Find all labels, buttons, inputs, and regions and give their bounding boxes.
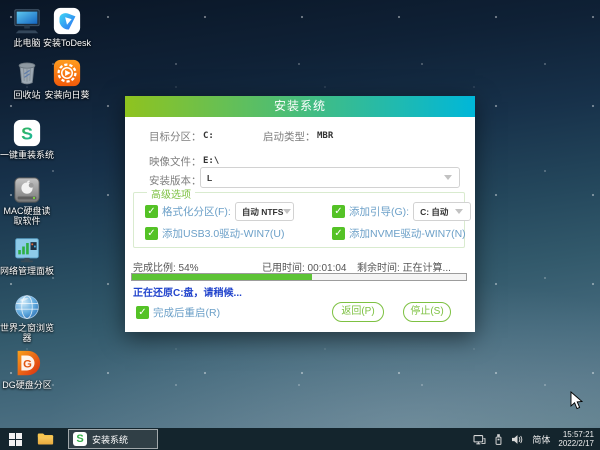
nvme-driver-label: 添加NVME驱动-WIN7(N) [349, 228, 466, 240]
add-boot-checkbox[interactable] [332, 205, 345, 218]
file-explorer-button[interactable] [30, 428, 60, 450]
format-partition-label: 格式化分区(F): [162, 206, 231, 218]
boot-type-value: MBR [317, 131, 334, 141]
desktop-icon-label: 此电脑 [13, 38, 41, 48]
install-version-value: L [207, 172, 213, 183]
elapsed-time-text: 已用时间: 00:01:04 [262, 263, 347, 274]
svg-text:S: S [21, 124, 33, 144]
clock-time: 15:57:21 [562, 430, 594, 439]
chevron-down-icon [283, 209, 292, 214]
taskbar-clock[interactable]: 15:57:21 2022/2/17 [558, 430, 594, 448]
reboot-after-checkbox[interactable] [136, 306, 149, 319]
mouse-cursor [570, 391, 584, 410]
remaining-time-text: 剩余时间: 正在计算... [357, 263, 451, 274]
progress-percent-text: 完成比例: 54% [133, 263, 199, 274]
add-boot-label: 添加引导(G): [349, 206, 410, 218]
usb3-driver-checkbox[interactable] [145, 227, 158, 240]
desktop-icon-reinstall-system[interactable]: S 一键重装系统 [0, 118, 54, 160]
mac-disk-icon [14, 177, 40, 203]
recycle-bin-icon [18, 62, 36, 85]
image-file-label: 映像文件： [149, 156, 202, 168]
network-icon[interactable] [473, 434, 486, 445]
svg-text:G: G [23, 359, 32, 371]
desktop-icon-dg-partition[interactable]: G DG硬盘分区 [0, 348, 54, 390]
back-button[interactable]: 返回(P) [332, 302, 384, 322]
chevron-down-icon [444, 175, 452, 180]
system-tray: 简体 15:57:21 2022/2/17 [473, 430, 594, 448]
desktop-icon-network-panel[interactable]: 网络管理面板 [0, 236, 54, 276]
taskbar-task-label: 安装系统 [92, 434, 129, 445]
progress-bar [131, 273, 467, 281]
boot-drive-select[interactable]: C: 自动 [413, 202, 472, 221]
format-partition-checkbox[interactable] [145, 205, 158, 218]
add-boot-option: 添加引导(G): C: 自动 [332, 202, 472, 221]
stop-button[interactable]: 停止(S) [403, 302, 451, 322]
install-app-icon: S [73, 432, 87, 446]
chevron-down-icon [455, 209, 464, 214]
browser-globe-icon [15, 295, 39, 319]
desktop-icon-label: DG硬盘分区 [2, 380, 52, 390]
advanced-options-group: 高级选项 格式化分区(F): 自动 NTFS 添加引导(G): C: 自动 添加… [133, 186, 472, 248]
taskbar-task-install-system[interactable]: S 安装系统 [68, 429, 158, 449]
usb-device-icon[interactable] [494, 433, 503, 446]
desktop-icon-mac-disk[interactable]: MAC硬盘读取软件 [0, 176, 54, 226]
desktop-icon-label: MAC硬盘读取软件 [3, 206, 51, 226]
speaker-icon[interactable] [511, 434, 524, 445]
desktop-icon-label: 安装ToDesk [42, 38, 91, 48]
status-text: 正在还原C:盘，请稍候... [133, 288, 242, 299]
install-version-select[interactable]: L [200, 167, 460, 188]
dialog-title: 安装系统 [125, 96, 475, 117]
desktop-icon-todesk[interactable]: 安装ToDesk [40, 6, 94, 48]
sunflower-icon [53, 59, 81, 87]
desktop-icon-label: 安装向日葵 [44, 90, 90, 100]
boot-type-label: 启动类型： [263, 131, 316, 143]
desktop-icon-browser[interactable]: 世界之窗浏览器 [0, 293, 54, 343]
desktop-icon-label: 网络管理面板 [0, 266, 55, 276]
taskbar: S 安装系统 简体 15:57:21 2022/2/17 [0, 428, 600, 450]
desktop-icon-label: 回收站 [13, 90, 41, 100]
start-button[interactable] [0, 428, 30, 450]
format-partition-option: 格式化分区(F): 自动 NTFS [145, 202, 294, 221]
input-language-indicator[interactable]: 简体 [532, 433, 550, 446]
desktop-icon-label: 一键重装系统 [0, 150, 55, 160]
computer-icon [14, 9, 40, 34]
desktop-icon-sunflower[interactable]: 安装向日葵 [40, 58, 94, 100]
desktop-icon-label: 世界之窗浏览器 [0, 323, 55, 343]
reboot-after-label: 完成后重启(R) [153, 307, 221, 319]
folder-icon [37, 433, 53, 445]
dg-partition-icon: G [17, 350, 41, 376]
target-partition-value: C: [203, 131, 214, 141]
reinstall-system-icon: S [13, 119, 41, 147]
clock-date: 2022/2/17 [558, 439, 594, 448]
reboot-after-option: 完成后重启(R) [136, 305, 220, 320]
progress-bar-fill [132, 274, 313, 280]
usb3-driver-label: 添加USB3.0驱动-WIN7(U) [162, 228, 285, 240]
network-panel-icon [15, 238, 39, 263]
format-type-value: 自动 NTFS [241, 206, 284, 217]
todesk-icon [53, 7, 81, 35]
target-partition-label: 目标分区： [149, 131, 202, 143]
nvme-driver-option: 添加NVME驱动-WIN7(N) [332, 226, 466, 241]
usb3-driver-option: 添加USB3.0驱动-WIN7(U) [145, 226, 285, 241]
boot-drive-value: C: 自动 [420, 206, 449, 217]
windows-logo-icon [8, 432, 22, 446]
install-system-dialog: 安装系统 目标分区： C: 启动类型： MBR 映像文件： E:\ 安装版本： … [125, 96, 475, 332]
advanced-options-legend: 高级选项 [147, 186, 195, 201]
format-type-select[interactable]: 自动 NTFS [234, 202, 294, 221]
nvme-driver-checkbox[interactable] [332, 227, 345, 240]
image-file-value: E:\ [203, 156, 220, 166]
